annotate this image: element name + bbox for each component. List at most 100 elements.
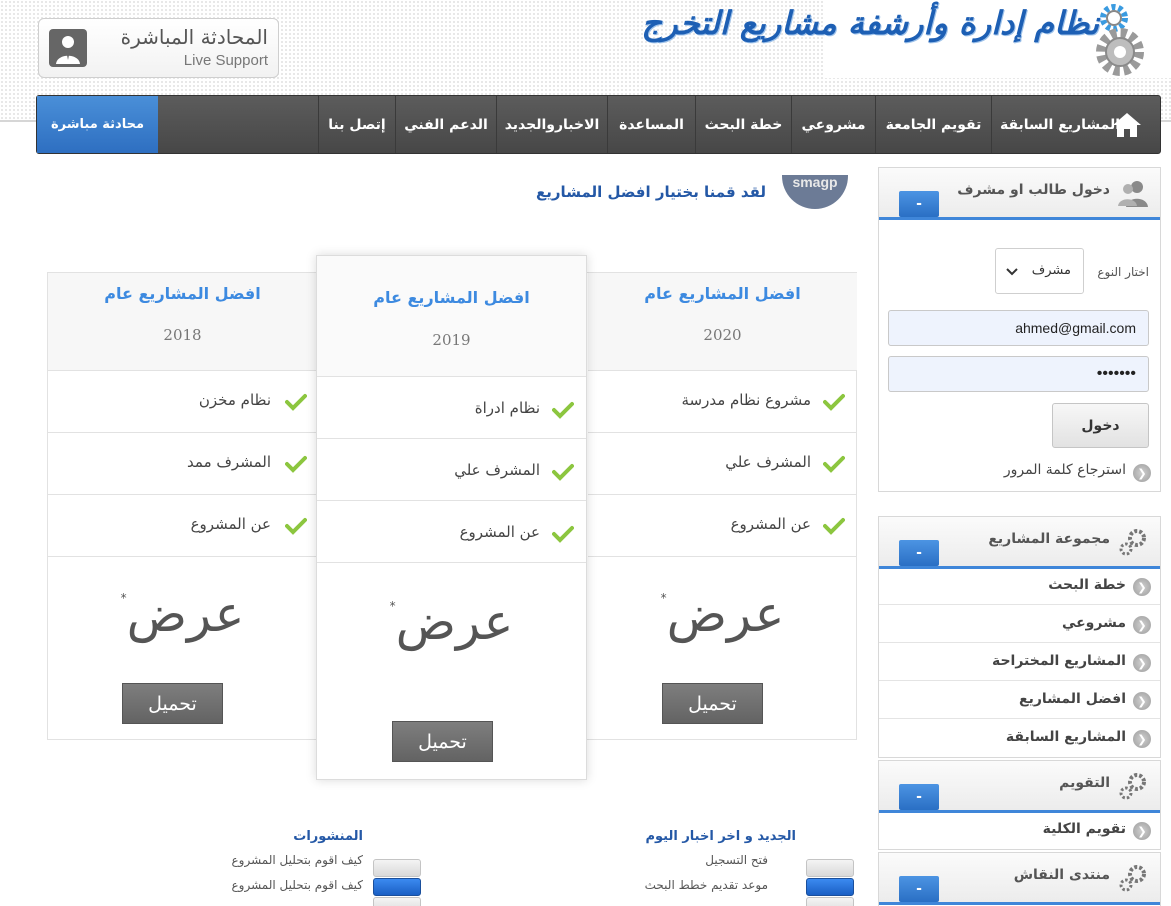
card-header: افضل المشاريع عام 2018 (48, 273, 317, 371)
card-title: افضل المشاريع عام (373, 288, 530, 307)
price-mark: * (660, 591, 667, 605)
project-card-2018: افضل المشاريع عام 2018 نظام مخزن المشرف … (48, 273, 317, 739)
arrow-right-icon: ❯ (1133, 654, 1151, 672)
feature-row: المشرف علي (588, 433, 857, 495)
check-icon (552, 526, 574, 543)
card-year: 2020 (703, 326, 742, 344)
main-nav: محادثة مباشرة إتصل بنا الدعم الفني الاخب… (36, 95, 1161, 154)
type-select-value: مشرف (1031, 263, 1071, 278)
nav-live-chat[interactable]: محادثة مباشرة (37, 96, 158, 153)
badge-text: smagp (792, 175, 838, 190)
download-button[interactable]: تحميل (392, 721, 493, 762)
gears-icon (1119, 865, 1146, 892)
arrow-right-icon: ❯ (1133, 464, 1151, 482)
nav-item-support[interactable]: الدعم الفني (395, 96, 496, 153)
sidebar-item-label: مشروعي (1061, 615, 1126, 631)
type-select[interactable]: مشرف (995, 248, 1084, 294)
news-toggle[interactable] (806, 897, 854, 906)
login-button[interactable]: دخول (1052, 403, 1149, 448)
sidebar-item-best-projects[interactable]: ❯ افضل المشاريع (879, 681, 1160, 719)
support-agent-icon (49, 29, 87, 67)
panel-title: مجموعة المشاريع (988, 531, 1110, 547)
sidebar-item-proposed-projects[interactable]: ❯ المشاريع المختراحة (879, 643, 1160, 681)
check-icon (552, 402, 574, 419)
feature-text: المشرف ممد (187, 453, 271, 471)
news-title: الجديد و اخر اخبار اليوم (645, 829, 796, 844)
feature-row: عن المشروع (588, 495, 857, 557)
arrow-right-icon: ❯ (1133, 578, 1151, 596)
users-icon (1118, 181, 1148, 207)
feature-text: عن المشروع (190, 515, 271, 533)
nav-item-help[interactable]: المساعدة (607, 96, 695, 153)
post-item[interactable]: كيف اقوم بتحليل المشروع (232, 853, 364, 867)
card-year: 2018 (163, 326, 202, 344)
collapse-button[interactable]: - (899, 540, 939, 566)
price-text: عرض (126, 585, 245, 643)
download-button[interactable]: تحميل (122, 683, 223, 724)
news-item[interactable]: موعد تقديم خطط البحث (645, 878, 768, 892)
arrow-right-icon: ❯ (1133, 692, 1151, 710)
nav-item-university-calendar[interactable]: تقويم الجامعة (875, 96, 991, 153)
feature-row: المشرف علي (317, 439, 586, 501)
panel-header: دخول طالب او مشرف - (879, 168, 1160, 220)
live-support-label-en: Live Support (183, 52, 268, 69)
feature-row: عن المشروع (48, 495, 317, 557)
nav-item-news[interactable]: الاخباروالجديد (496, 96, 607, 153)
forum-panel: منتدى النقاش - (878, 852, 1161, 906)
forgot-password-link[interactable]: استرجاع كلمة المرور (1004, 462, 1126, 478)
nav-item-research-plan[interactable]: خطة البحث (695, 96, 791, 153)
page-title: لقد قمنا بختيار افضل المشاريع (536, 183, 766, 201)
panel-header: منتدى النقاش - (879, 853, 1160, 905)
sidebar-item-research-plan[interactable]: ❯ خطة البحث (879, 567, 1160, 605)
check-icon (285, 456, 307, 473)
arrow-right-icon: ❯ (1133, 616, 1151, 634)
sidebar-item-label: خطة البحث (1048, 577, 1126, 593)
collapse-button[interactable]: - (899, 191, 939, 217)
nav-item-my-project[interactable]: مشروعي (791, 96, 875, 153)
post-item[interactable]: كيف اقوم بتحليل المشروع (232, 878, 364, 892)
nav-item-contact[interactable]: إتصل بنا (318, 96, 395, 153)
password-field[interactable]: ••••••• (888, 356, 1149, 392)
feature-row: المشرف ممد (48, 433, 317, 495)
posts-toggle[interactable] (373, 897, 421, 906)
news-toggle[interactable] (806, 859, 854, 877)
card-year: 2019 (432, 331, 471, 349)
email-field[interactable]: ahmed@gmail.com (888, 310, 1149, 346)
feature-row: نظام مخزن (48, 371, 317, 433)
collapse-button[interactable]: - (899, 876, 939, 902)
feature-text: نظام ادراة (474, 399, 540, 417)
price-text: عرض (666, 585, 785, 643)
posts-toggle[interactable] (373, 859, 421, 877)
live-support-button[interactable]: المحادثة المباشرة Live Support (38, 18, 279, 78)
login-panel: دخول طالب او مشرف - اختار النوع مشرف ahm… (878, 167, 1161, 492)
feature-row: مشروع نظام مدرسة (588, 371, 857, 433)
download-button[interactable]: تحميل (662, 683, 763, 724)
panel-title: دخول طالب او مشرف (957, 182, 1110, 198)
sidebar-item-previous-projects[interactable]: ❯ المشاريع السابقة (879, 719, 1160, 757)
home-button[interactable] (1094, 96, 1160, 153)
gears-icon (1119, 773, 1146, 800)
news-item[interactable]: فتح التسجيل (705, 853, 768, 867)
chevron-down-icon (1006, 268, 1018, 276)
sidebar-item-label: تقويم الكلية (1042, 821, 1126, 837)
check-icon (285, 394, 307, 411)
panel-header: التقويم - (879, 761, 1160, 813)
card-header: افضل المشاريع عام 2020 (588, 273, 857, 371)
card-title: افضل المشاريع عام (104, 284, 261, 303)
sidebar-item-college-calendar[interactable]: ❯ تقويم الكلية (879, 811, 1160, 849)
feature-row: نظام ادراة (317, 377, 586, 439)
card-price: عرض* (588, 585, 857, 643)
posts-toggle-active[interactable] (373, 878, 421, 896)
card-price: عرض* (48, 585, 317, 643)
live-support-label-ar: المحادثة المباشرة (120, 25, 268, 49)
sidebar-item-label: افضل المشاريع (1019, 691, 1126, 707)
calendar-panel: التقويم - ❯ تقويم الكلية (878, 760, 1161, 850)
projects-panel: مجموعة المشاريع - ❯ خطة البحث ❯ مشروعي ❯… (878, 516, 1161, 758)
collapse-button[interactable]: - (899, 784, 939, 810)
home-icon (1113, 112, 1141, 137)
news-toggle-active[interactable] (806, 878, 854, 896)
check-icon (552, 464, 574, 481)
gear-icon (1096, 28, 1144, 76)
price-text: عرض (395, 593, 514, 651)
sidebar-item-my-project[interactable]: ❯ مشروعي (879, 605, 1160, 643)
